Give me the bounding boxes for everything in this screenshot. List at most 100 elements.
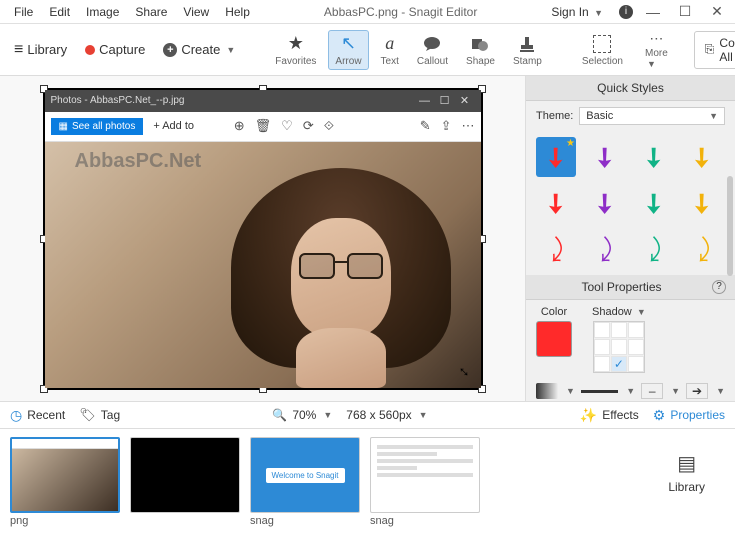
chevron-down-icon: ▼ bbox=[594, 8, 603, 18]
zoom-control[interactable]: 🔍 70% ▼ bbox=[272, 408, 332, 422]
status-bar: ◷ Recent 🏷 Tag 🔍 70% ▼ 768 x 560px ▼ ✨ E… bbox=[0, 401, 735, 429]
gear-icon: ⚙ bbox=[653, 407, 666, 424]
color-picker[interactable] bbox=[536, 321, 572, 357]
menu-image[interactable]: Image bbox=[78, 3, 127, 21]
inner-window-titlebar: Photos - AbbasPC.Net_--p.jpg — ☐ ✕ bbox=[45, 90, 481, 112]
style-arrow-yellow[interactable]: ➘ bbox=[682, 137, 722, 177]
info-icon[interactable]: i bbox=[619, 5, 633, 19]
callout-icon bbox=[423, 33, 441, 55]
maximize-button[interactable]: ☐ bbox=[673, 3, 697, 20]
chevron-down-icon: ▼ bbox=[226, 45, 235, 55]
opacity-icon[interactable] bbox=[536, 383, 558, 399]
thumbnail-4[interactable] bbox=[370, 437, 480, 513]
inner-toolbar: ▦ See all photos + Add to ⊕ 🗑 ♡ ⟳ ⟐ ✎ ⇪ … bbox=[45, 112, 481, 142]
thumbnail-2[interactable] bbox=[130, 437, 240, 513]
zoom-icon: ⊕ bbox=[234, 118, 245, 134]
hamburger-icon: ≡ bbox=[14, 41, 23, 59]
tool-callout[interactable]: Callout bbox=[411, 31, 454, 69]
tool-stamp[interactable]: Stamp bbox=[507, 31, 548, 69]
watermark-text: AbbasPC.Net bbox=[75, 150, 202, 173]
quick-styles-grid: ★➘ ➘ ➘ ➘ ➘ ➘ ➘ ➘ ⤵ ⤵ ⤵ ⤵ bbox=[526, 131, 735, 275]
theme-label: Theme: bbox=[536, 110, 573, 122]
tag-button[interactable]: 🏷 Tag bbox=[79, 407, 120, 423]
inner-window-title: Photos - AbbasPC.Net_--p.jpg bbox=[51, 95, 415, 106]
wand-icon: ✨ bbox=[580, 407, 597, 424]
toolbar: ≡ Library Capture + Create ▼ ★Favorites … bbox=[0, 24, 735, 76]
recent-button[interactable]: ◷ Recent bbox=[10, 407, 65, 424]
dimensions-control[interactable]: 768 x 560px ▼ bbox=[346, 408, 427, 422]
photo-subject bbox=[211, 168, 451, 388]
theme-select[interactable]: Basic▼ bbox=[579, 107, 725, 125]
thumbnail-label: png bbox=[10, 515, 28, 527]
style-arrow-purple-2[interactable]: ➘ bbox=[585, 183, 625, 223]
color-label: Color bbox=[541, 306, 567, 318]
close-button[interactable]: ✕ bbox=[705, 3, 729, 20]
capture-button[interactable]: Capture bbox=[79, 39, 151, 60]
style-arrow-teal-2[interactable]: ➘ bbox=[634, 183, 674, 223]
style-arrow-yellow-dotted[interactable]: ⤵ bbox=[682, 229, 722, 269]
more-tools-button[interactable]: ⋯More ▼ bbox=[639, 28, 674, 72]
properties-button[interactable]: ⚙ Properties bbox=[653, 407, 725, 424]
heart-icon: ♡ bbox=[281, 118, 293, 134]
shadow-label: Shadow ▼ bbox=[592, 306, 646, 318]
thumbnail-1[interactable] bbox=[10, 437, 120, 513]
line-width-control[interactable] bbox=[581, 390, 618, 393]
quick-styles-header: Quick Styles bbox=[526, 76, 735, 101]
start-cap-select[interactable]: – bbox=[641, 383, 663, 399]
shape-icon bbox=[471, 33, 489, 55]
inner-minimize-icon: — bbox=[415, 95, 435, 107]
style-arrow-purple-dotted[interactable]: ⤵ bbox=[585, 229, 625, 269]
tool-text[interactable]: aText bbox=[375, 31, 405, 69]
tool-shape[interactable]: Shape bbox=[460, 31, 501, 69]
help-icon[interactable]: ? bbox=[712, 280, 726, 294]
end-cap-select[interactable]: ➔ bbox=[686, 383, 708, 399]
effects-button[interactable]: ✨ Effects bbox=[580, 407, 639, 424]
menu-file[interactable]: File bbox=[6, 3, 41, 21]
minimize-button[interactable]: — bbox=[641, 4, 665, 20]
tool-favorites[interactable]: ★Favorites bbox=[269, 31, 322, 69]
delete-icon: 🗑 bbox=[255, 118, 272, 134]
photos-icon: ▦ bbox=[59, 121, 68, 132]
main-area: Photos - AbbasPC.Net_--p.jpg — ☐ ✕ ▦ See… bbox=[0, 76, 735, 401]
canvas-frame[interactable]: Photos - AbbasPC.Net_--p.jpg — ☐ ✕ ▦ See… bbox=[43, 88, 483, 390]
text-icon: a bbox=[385, 33, 394, 55]
style-arrow-teal-dotted[interactable]: ⤵ bbox=[634, 229, 674, 269]
add-to-button: + Add to bbox=[153, 120, 194, 132]
tool-selection[interactable]: Selection bbox=[576, 31, 629, 69]
inner-close-icon: ✕ bbox=[455, 94, 475, 107]
tool-arrow[interactable]: ↖Arrow bbox=[328, 30, 368, 70]
menu-bar: File Edit Image Share View Help AbbasPC.… bbox=[0, 0, 735, 24]
menu-share[interactable]: Share bbox=[127, 3, 175, 21]
copy-all-button[interactable]: ⎘ Copy All bbox=[694, 31, 735, 69]
plus-icon: + bbox=[163, 43, 177, 57]
record-icon bbox=[85, 45, 95, 55]
thumbnail-3[interactable]: Welcome to Snagit bbox=[250, 437, 360, 513]
crop-icon: ⟐ bbox=[324, 118, 334, 134]
window-title: AbbasPC.png - Snagit Editor bbox=[258, 5, 543, 19]
style-arrow-yellow-2[interactable]: ➘ bbox=[682, 183, 722, 223]
menu-edit[interactable]: Edit bbox=[41, 3, 78, 21]
library-button[interactable]: ≡ Library bbox=[8, 38, 73, 62]
style-arrow-purple[interactable]: ➘ bbox=[585, 137, 625, 177]
style-arrow-teal[interactable]: ➘ bbox=[634, 137, 674, 177]
arrow-icon: ↖ bbox=[341, 33, 356, 55]
capture-tray: png Welcome to Snagit snag snag ▤ Librar… bbox=[0, 429, 735, 535]
resize-corner-icon[interactable]: ↔ bbox=[452, 358, 476, 382]
sign-in-link[interactable]: Sign In ▼ bbox=[543, 3, 611, 21]
create-button[interactable]: + Create ▼ bbox=[157, 39, 241, 60]
style-arrow-red[interactable]: ★➘ bbox=[536, 137, 576, 177]
inner-maximize-icon: ☐ bbox=[435, 94, 455, 107]
style-arrow-red-dotted[interactable]: ⤵ bbox=[536, 229, 576, 269]
menu-view[interactable]: View bbox=[175, 3, 217, 21]
clock-icon: ◷ bbox=[10, 407, 22, 424]
menu-help[interactable]: Help bbox=[217, 3, 258, 21]
scrollbar[interactable] bbox=[727, 176, 733, 276]
library-tray-button[interactable]: ▤ Library bbox=[648, 437, 725, 508]
style-arrow-red-2[interactable]: ➘ bbox=[536, 183, 576, 223]
shadow-picker[interactable]: ✓ bbox=[593, 321, 645, 373]
canvas-area[interactable]: Photos - AbbasPC.Net_--p.jpg — ☐ ✕ ▦ See… bbox=[0, 76, 525, 401]
share-icon: ⇪ bbox=[441, 118, 452, 134]
library-icon: ▤ bbox=[677, 451, 696, 476]
copy-icon: ⎘ bbox=[705, 42, 715, 57]
photo-content: AbbasPC.Net ↔ bbox=[45, 142, 481, 388]
